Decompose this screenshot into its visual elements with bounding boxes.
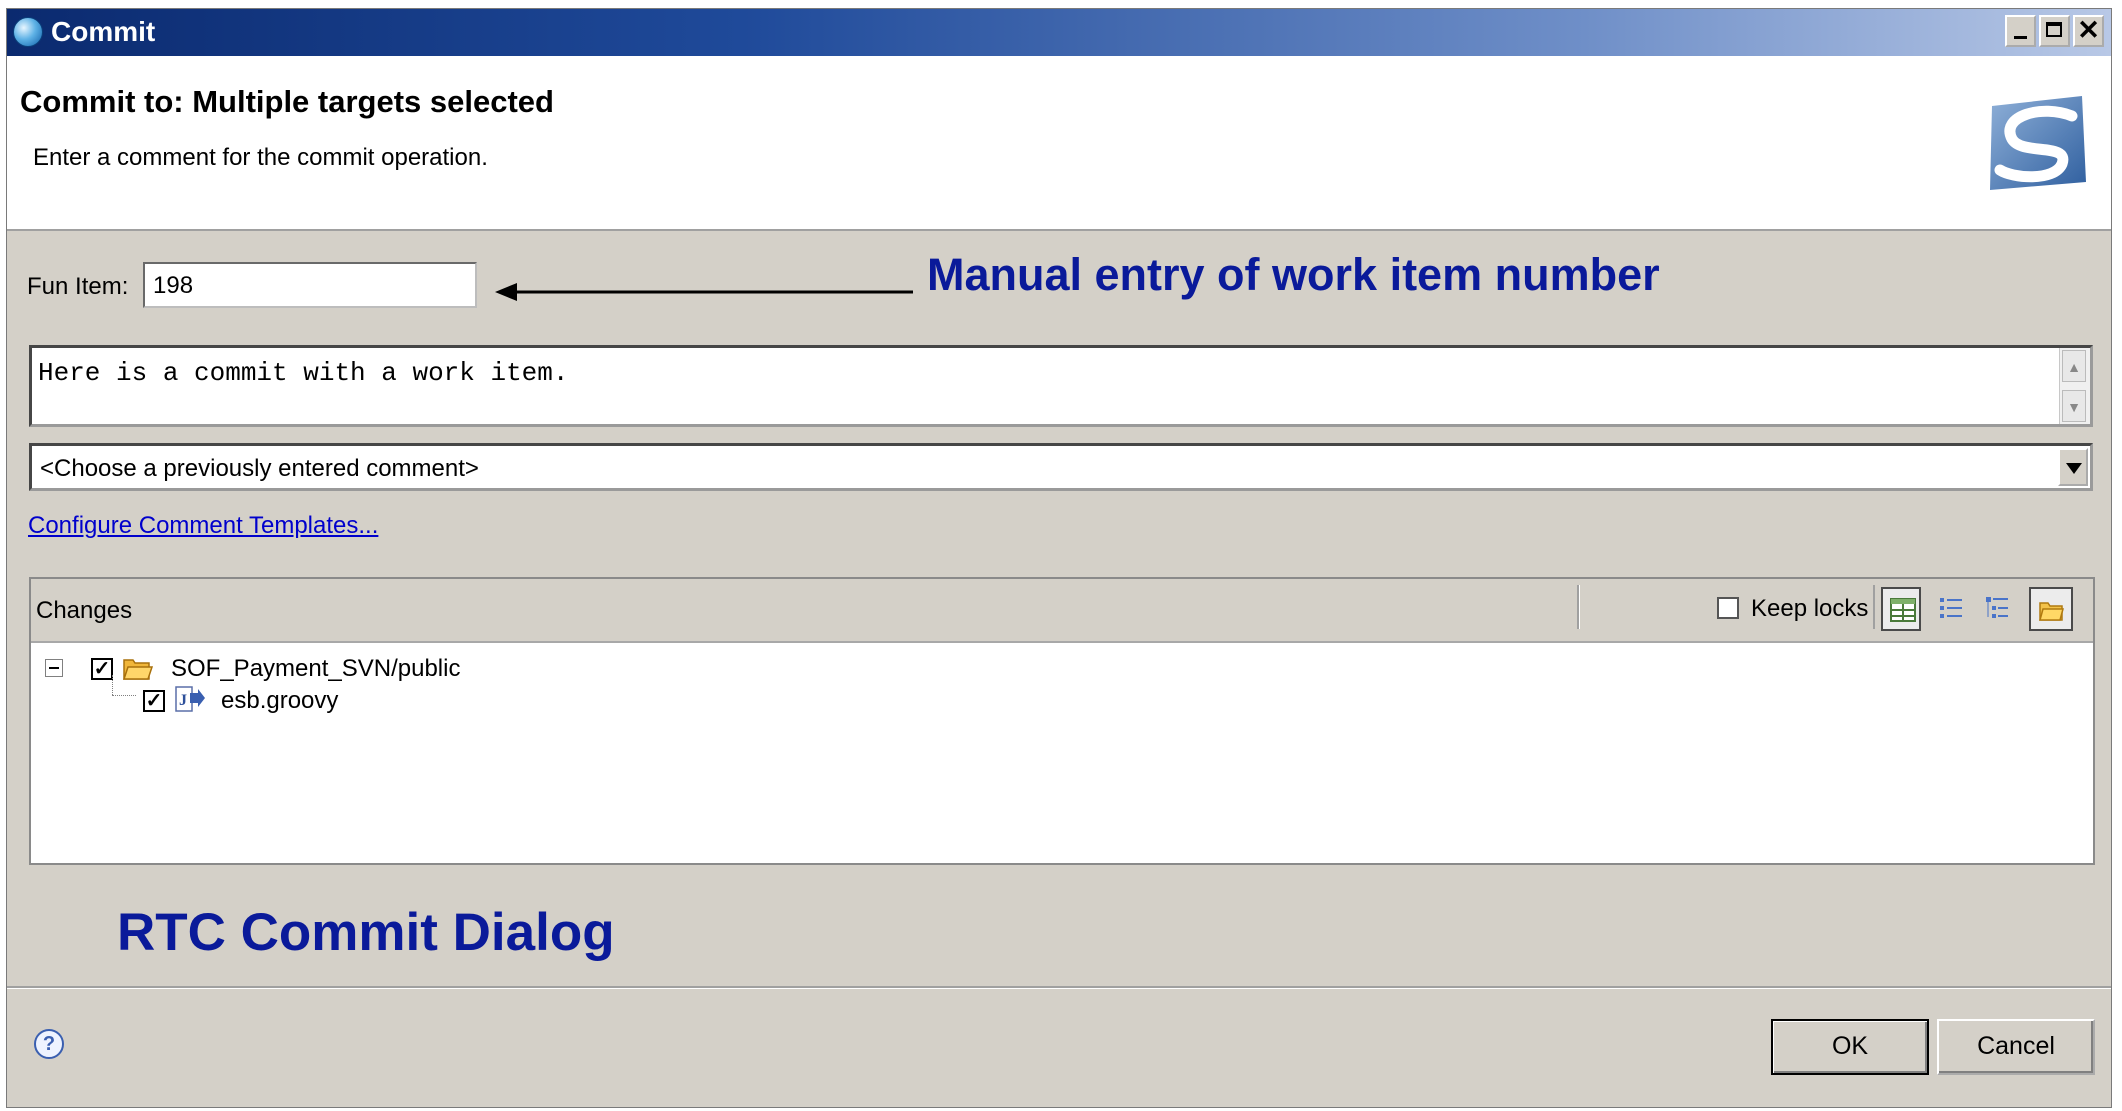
toolbar-separator — [1873, 585, 1875, 629]
keep-locks-label[interactable]: Keep locks — [1751, 595, 1868, 623]
file-checkbox[interactable]: ✓ — [143, 690, 165, 712]
header-title: Commit to: Multiple targets selected — [20, 84, 554, 119]
flat-list-button[interactable] — [1931, 587, 1971, 631]
close-icon: ✕ — [2077, 15, 2100, 45]
maximize-button[interactable] — [2039, 15, 2070, 47]
svg-text:J: J — [179, 692, 187, 709]
svn-logo-icon — [1990, 96, 2086, 190]
fun-item-input[interactable]: 198 — [143, 262, 477, 308]
tree-row-file[interactable]: ✓ J esb.groovy — [31, 685, 531, 717]
fun-item-label: Fun Item: — [27, 273, 129, 300]
comment-text: Here is a commit with a work item. — [38, 358, 569, 388]
cancel-button[interactable]: Cancel — [1937, 1019, 2095, 1075]
dialog-header: Commit to: Multiple targets selected Ent… — [7, 56, 2111, 231]
tree-icon — [1986, 597, 2008, 618]
header-description: Enter a comment for the commit operation… — [33, 144, 488, 171]
help-icon[interactable]: ? — [34, 1029, 64, 1059]
scroll-down-icon[interactable]: ▼ — [2062, 390, 2086, 422]
previous-comment-dropdown[interactable]: <Choose a previously entered comment> — [29, 443, 2093, 491]
java-file-icon: J — [175, 686, 205, 712]
annotation-dialog-caption: RTC Commit Dialog — [117, 903, 615, 962]
close-button[interactable]: ✕ — [2073, 15, 2104, 47]
changes-panel: Changes Keep locks ✓ SOF_Payment_SVN/pub… — [29, 577, 2095, 865]
folder-view-button[interactable] — [2029, 587, 2073, 631]
collapse-icon[interactable] — [45, 659, 63, 677]
commit-dialog: Commit ✕ Commit to: Multiple targets sel… — [6, 8, 2112, 1108]
changes-toolbar: Changes Keep locks — [31, 579, 2093, 643]
annotation-work-item: Manual entry of work item number — [927, 249, 1660, 300]
table-view-icon — [1890, 598, 1916, 622]
changes-tree: ✓ SOF_Payment_SVN/public ✓ J esb.groovy — [31, 643, 2093, 863]
tree-item-label: SOF_Payment_SVN/public — [171, 655, 461, 682]
changes-label: Changes — [36, 597, 133, 624]
scroll-up-icon[interactable]: ▲ — [2062, 350, 2086, 382]
open-folder-icon — [123, 659, 153, 680]
folder-checkbox[interactable]: ✓ — [91, 658, 113, 680]
tree-row-folder[interactable]: ✓ SOF_Payment_SVN/public — [31, 653, 531, 685]
tree-view-button[interactable] — [1977, 587, 2017, 631]
toolbar-separator — [1577, 585, 1580, 629]
window-title: Commit — [51, 16, 156, 47]
minimize-icon — [2014, 36, 2027, 39]
ok-button[interactable]: OK — [1771, 1019, 1929, 1075]
table-view-button[interactable] — [1881, 587, 1921, 631]
comment-textarea[interactable]: Here is a commit with a work item. ▲ ▼ — [29, 345, 2093, 427]
comment-scrollbar[interactable]: ▲ ▼ — [2059, 348, 2090, 424]
dropdown-button[interactable] — [2058, 448, 2088, 486]
tree-item-label: esb.groovy — [221, 687, 339, 714]
chevron-down-icon — [2066, 463, 2082, 474]
previous-comment-selected: <Choose a previously entered comment> — [40, 455, 479, 482]
folder-icon — [2039, 602, 2064, 621]
configure-templates-link[interactable]: Configure Comment Templates... — [28, 512, 378, 540]
minimize-button[interactable] — [2005, 15, 2036, 47]
list-icon — [1940, 598, 1962, 618]
annotation-arrow-icon — [495, 283, 913, 301]
app-globe-icon — [13, 17, 43, 47]
keep-locks-checkbox[interactable] — [1717, 597, 1739, 619]
footer-separator — [7, 986, 2111, 989]
title-bar[interactable]: Commit ✕ — [7, 9, 2111, 56]
maximize-icon — [2046, 22, 2062, 37]
